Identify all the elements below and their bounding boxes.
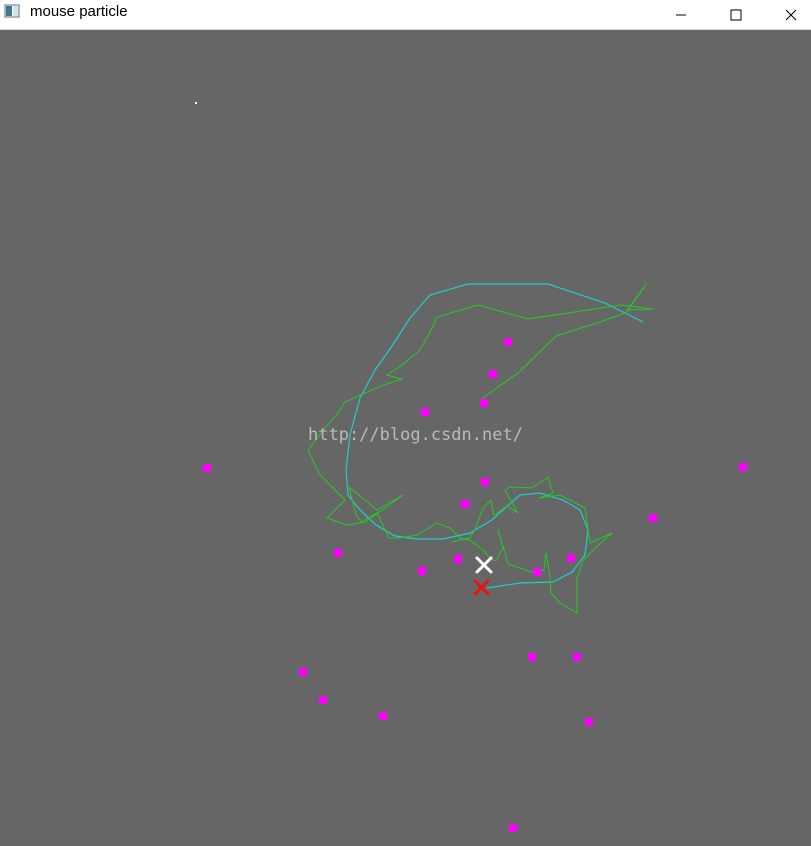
watermark-text: http://blog.csdn.net/ [308,425,523,445]
particle [319,696,327,704]
particle-group [203,338,747,832]
app-window-icon [4,4,20,18]
minimize-icon [676,14,686,15]
particle-scene: http://blog.csdn.net/ [195,102,747,832]
particle [533,568,541,576]
particle [379,712,387,720]
particle [299,668,307,676]
particle [573,653,581,661]
particle [461,500,469,508]
particle [489,370,497,378]
app-window: mouse particle http://blog.csdn.net/ [0,0,811,846]
particle [418,567,426,575]
particle [567,554,575,562]
maximize-icon [730,9,742,20]
particle [334,549,342,557]
particle [454,555,462,563]
maximize-button[interactable] [713,0,759,29]
cross-marker-icon [475,556,493,574]
particle [481,478,489,486]
particle [421,408,429,416]
particle [203,464,211,472]
close-button[interactable] [768,0,811,29]
particle [649,514,657,522]
particle [509,824,517,832]
stray-pixel [195,102,197,104]
minimize-button[interactable] [658,0,704,29]
cross-marker-icon [473,579,490,596]
particle [528,653,536,661]
window-title: mouse particle [30,3,128,20]
title-bar[interactable]: mouse particle [0,0,811,30]
close-icon [785,9,797,20]
actual-marker [473,579,490,596]
particle-canvas[interactable]: http://blog.csdn.net/ [0,30,811,846]
estimate-marker [475,556,493,574]
particle [739,463,747,471]
particle [585,718,593,726]
particle [480,399,488,407]
particle [504,338,512,346]
